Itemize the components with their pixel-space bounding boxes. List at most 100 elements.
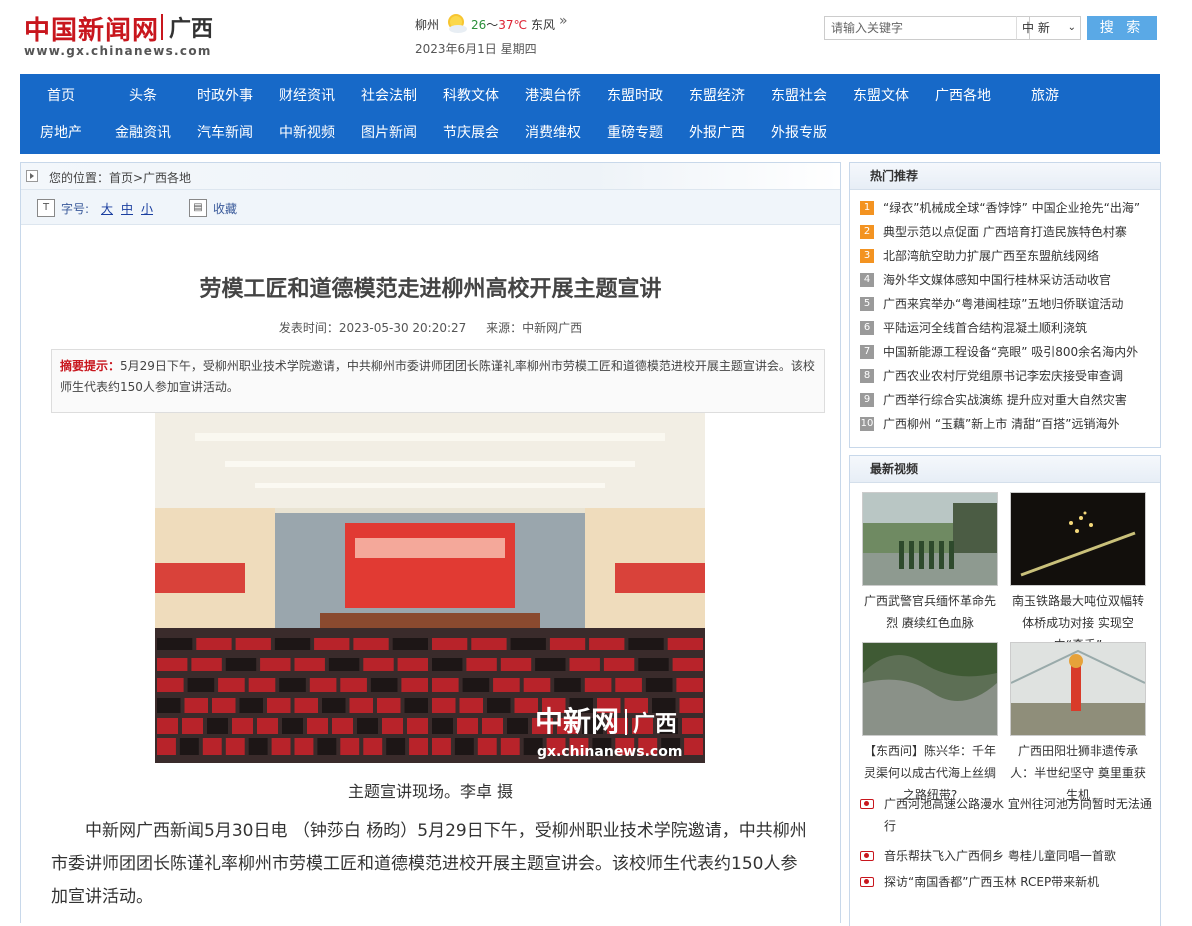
search-category-select[interactable]: 中 新 ⌄	[1016, 16, 1081, 40]
font-size-label: 字号:	[61, 202, 90, 216]
hot-item-link[interactable]: 广西举行综合实战演练 提升应对重大自然灾害	[883, 388, 1127, 412]
seat-shape	[363, 658, 394, 671]
video-thumbnail[interactable]	[1010, 492, 1146, 586]
nav-item[interactable]: 东盟社会	[758, 78, 840, 114]
search-input[interactable]: 请输入关键字	[824, 16, 1030, 40]
video-card[interactable]: 南玉铁路最大吨位双幅转体桥成功对接 实现空中“牵手”	[1010, 492, 1146, 652]
hot-item-link[interactable]: 北部湾航空助力扩展广西至东盟航线网络	[883, 244, 1099, 268]
seat-shape	[684, 738, 703, 755]
video-card[interactable]: 【东西问】陈兴华：千年灵渠何以成古代海上丝绸之路纽带?	[862, 642, 998, 802]
current-date: 2023年6月1日 星期四	[415, 42, 537, 56]
hot-list-item[interactable]: 9 广西举行综合实战演练 提升应对重大自然灾害	[860, 388, 1160, 412]
seat-shape	[157, 718, 178, 734]
font-size-small[interactable]: 小	[141, 200, 153, 217]
nav-item[interactable]: 外报广西	[676, 115, 758, 151]
video-card[interactable]: 广西田阳壮狮非遗传承人：半世纪坚守 奠里重获生机	[1010, 642, 1146, 802]
nav-item[interactable]: 广西各地	[922, 78, 1004, 114]
nav-item[interactable]: 汽车新闻	[184, 115, 266, 151]
nav-item[interactable]: 首页	[20, 78, 102, 114]
video-caption[interactable]: 广西田阳壮狮非遗传承人：半世纪坚守 奠里重获生机	[1010, 740, 1146, 802]
video-link-text[interactable]: 探访“南国香都”广西玉林 RCEP带来新机	[884, 871, 1154, 893]
nav-item[interactable]: 图片新闻	[348, 115, 430, 151]
nav-item[interactable]: 节庆展会	[430, 115, 512, 151]
seat-shape	[554, 678, 581, 692]
hot-item-link[interactable]: 广西农业农村厅党组原书记李宏庆接受审查调	[883, 364, 1123, 388]
logo-main-text: 中国新闻网	[24, 16, 160, 46]
font-size-medium[interactable]: 中	[121, 200, 133, 217]
photo-watermark-url: gx.chinanews.com	[537, 744, 682, 760]
seat-shape	[487, 698, 511, 713]
hot-item-link[interactable]: 海外华文媒体感知中国行桂林采访活动收官	[883, 268, 1111, 292]
hot-list-item[interactable]: 5 广西来宾举办“粤港闽桂琼”五地归侨联谊活动	[860, 292, 1160, 316]
seat-shape	[202, 738, 222, 755]
breadcrumb-text[interactable]: 您的位置：首页>广西各地	[49, 169, 191, 186]
video-thumbnail[interactable]	[1010, 642, 1146, 736]
bookmark-icon[interactable]: ▤	[189, 199, 207, 217]
hot-list-item[interactable]: 1 “绿衣”机械成全球“香饽饽” 中国企业抢先“出海”	[860, 196, 1160, 220]
hot-item-link[interactable]: “绿衣”机械成全球“香饽饽” 中国企业抢先“出海”	[883, 196, 1140, 220]
video-caption[interactable]: 南玉铁路最大吨位双幅转体桥成功对接 实现空中“牵手”	[1010, 590, 1146, 652]
nav-item[interactable]: 时政外事	[184, 78, 266, 114]
seat-shape	[432, 658, 463, 671]
chevron-down-icon: ⌄	[1067, 22, 1076, 33]
publish-time: 发表时间：2023-05-30 20:20:27	[278, 321, 467, 335]
video-link-text[interactable]: 音乐帮扶飞入广西侗乡 粤桂儿童同唱一首歌	[884, 845, 1154, 867]
hot-item-link[interactable]: 广西柳州 “玉藕”新上市 清甜“百搭”远销海外	[883, 412, 1120, 436]
nav-item[interactable]: 中新视频	[266, 115, 348, 151]
video-caption[interactable]: 广西武警官兵缅怀革命先烈 赓续红色血脉	[862, 590, 998, 634]
nav-item[interactable]: 东盟时政	[594, 78, 676, 114]
site-logo[interactable]: 中国新闻网 广西 www.gx.chinanews.com	[24, 8, 224, 60]
nav-item[interactable]: 旅游	[1004, 78, 1086, 114]
nav-item[interactable]: 港澳台侨	[512, 78, 594, 114]
seat-shape	[454, 738, 474, 755]
weather-city[interactable]: 柳州	[415, 16, 439, 33]
seat-shape	[182, 718, 203, 734]
nav-item[interactable]: 科教文体	[430, 78, 512, 114]
search-button[interactable]: 搜 索	[1087, 16, 1157, 40]
hot-list-item[interactable]: 2 典型示范以点促面 广西培育打造民族特色村寨	[860, 220, 1160, 244]
nav-item[interactable]: 重磅专题	[594, 115, 676, 151]
hot-list-item[interactable]: 10 广西柳州 “玉藕”新上市 清甜“百搭”远销海外	[860, 412, 1160, 436]
nav-item[interactable]: 头条	[102, 78, 184, 114]
rank-badge: 6	[860, 321, 874, 335]
nav-item[interactable]: 社会法制	[348, 78, 430, 114]
font-size-icon: T	[37, 199, 55, 217]
seat-shape	[239, 698, 263, 713]
font-size-large[interactable]: 大	[101, 200, 113, 217]
seat-shape	[409, 738, 428, 755]
seat-shape	[157, 658, 188, 671]
seat-shape	[482, 718, 503, 734]
nav-item[interactable]: 房地产	[20, 115, 102, 151]
nav-item[interactable]: 东盟文体	[840, 78, 922, 114]
article-body: 中新网广西新闻5月30日电 （钟莎白 杨昀）5月29日下午，受柳州职业技术学院邀…	[51, 821, 807, 907]
breadcrumb: 您的位置：首页>广西各地	[21, 163, 840, 190]
nav-item[interactable]: 金融资讯	[102, 115, 184, 151]
hot-item-link[interactable]: 典型示范以点促面 广西培育打造民族特色村寨	[883, 220, 1127, 244]
hot-item-link[interactable]: 中国新能源工程设备“亮眼” 吸引800余名海内外	[883, 340, 1138, 364]
logo-region-text: 广西	[169, 17, 214, 42]
video-link-text[interactable]: 广西河池高速公路漫水 宜州往河池方向暂时无法通行	[884, 793, 1154, 837]
favorite-link[interactable]: 收藏	[213, 200, 237, 217]
article-summary: 摘要提示：5月29日下午，受柳州职业技术学院邀请，中共柳州市委讲师团团长陈谨礼率…	[51, 349, 825, 413]
nav-item[interactable]: 外报专版	[758, 115, 840, 151]
hot-list-item[interactable]: 4 海外华文媒体感知中国行桂林采访活动收官	[860, 268, 1160, 292]
seat-shape	[549, 638, 586, 650]
nav-item[interactable]: 东盟经济	[676, 78, 758, 114]
hot-list-item[interactable]: 6 平陆运河全线首合结构混凝土顺利浇筑	[860, 316, 1160, 340]
video-card[interactable]: 广西武警官兵缅怀革命先烈 赓续红色血脉	[862, 492, 998, 634]
hot-list-item[interactable]: 7 中国新能源工程设备“亮眼” 吸引800余名海内外	[860, 340, 1160, 364]
seat-shape	[191, 658, 222, 671]
video-thumbnail[interactable]	[862, 642, 998, 736]
hot-item-link[interactable]: 广西来宾举办“粤港闽桂琼”五地归侨联谊活动	[883, 292, 1123, 316]
hot-list-item[interactable]: 3 北部湾航空助力扩展广西至东盟航线网络	[860, 244, 1160, 268]
nav-item[interactable]: 消费维权	[512, 115, 594, 151]
video-thumbnail[interactable]	[862, 492, 998, 586]
seat-shape	[248, 678, 276, 692]
video-caption[interactable]: 【东西问】陈兴华：千年灵渠何以成古代海上丝绸之路纽带?	[862, 740, 998, 802]
photo-caption: 主题宣讲现场。李卓 摄	[347, 782, 514, 801]
hot-item-link[interactable]: 平陆运河全线首合结构混凝土顺利浇筑	[883, 316, 1087, 340]
hot-list-item[interactable]: 8 广西农业农村厅党组原书记李宏庆接受审查调	[860, 364, 1160, 388]
seat-shape	[672, 658, 703, 671]
nav-item[interactable]: 财经资讯	[266, 78, 348, 114]
weather-more-icon[interactable]: »	[559, 13, 568, 29]
